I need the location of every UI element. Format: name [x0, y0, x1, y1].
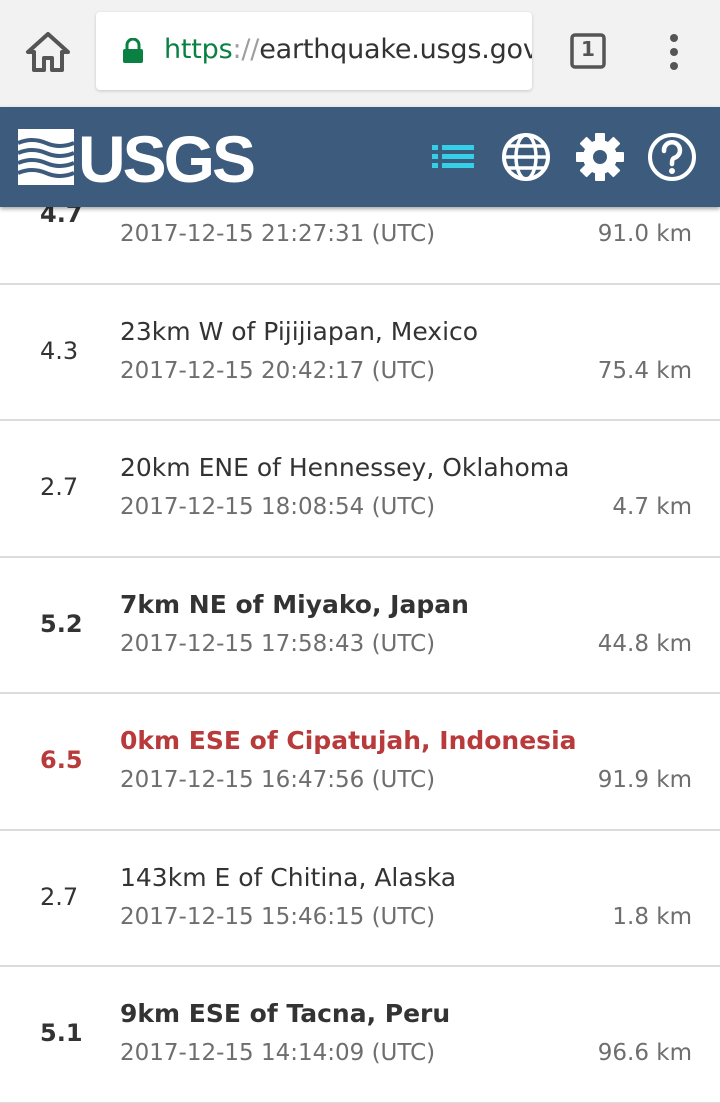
earthquake-row[interactable]: 6.5 0km ESE of Cipatujah, Indonesia 2017… — [0, 694, 720, 831]
url-host: earthquake.usgs.gov/ — [259, 34, 532, 65]
earthquake-row[interactable]: 5.2 7km NE of Miyako, Japan 2017-12-15 1… — [0, 557, 720, 694]
usgs-logo[interactable]: USGS — [18, 122, 256, 196]
timestamp: 2017-12-15 14:14:09 (UTC) — [120, 1040, 436, 1066]
help-icon[interactable] — [646, 131, 698, 183]
timestamp: 2017-12-15 15:46:15 (UTC) — [120, 903, 436, 930]
timestamp: 2017-12-15 16:47:56 (UTC) — [120, 767, 436, 793]
magnitude: 2.7 — [40, 882, 79, 911]
location: 0km ESE of Cipatujah, Indonesia — [120, 726, 577, 755]
lock-icon — [122, 37, 144, 64]
timestamp: 2017-12-15 18:08:54 (UTC) — [120, 494, 436, 520]
earthquake-list: 4.7 2017-12-15 21:27:31 (UTC) 91.0 km 4.… — [0, 148, 720, 1103]
depth: 91.0 km — [597, 221, 692, 247]
url-scheme: https — [164, 34, 233, 65]
depth: 91.9 km — [597, 767, 692, 793]
magnitude: 6.5 — [40, 746, 83, 774]
location: 9km ESE of Tacna, Peru — [120, 999, 451, 1028]
location: 23km W of Pijijiapan, Mexico — [120, 316, 479, 346]
magnitude: 5.2 — [40, 609, 83, 638]
tab-switcher-button[interactable]: 1 — [570, 33, 606, 69]
location: 20km ENE of Hennessey, Oklahoma — [120, 453, 570, 482]
address-bar[interactable]: https://earthquake.usgs.gov/ — [96, 12, 532, 90]
earthquake-row[interactable]: 4.3 23km W of Pijijiapan, Mexico 2017-12… — [0, 284, 720, 421]
magnitude: 4.3 — [40, 336, 79, 365]
home-icon[interactable] — [22, 28, 74, 76]
earthquake-row[interactable]: 2.7 20km ENE of Hennessey, Oklahoma 2017… — [0, 421, 720, 558]
timestamp: 2017-12-15 21:27:31 (UTC) — [120, 221, 436, 247]
earthquake-row[interactable]: 2.7 143km E of Chitina, Alaska 2017-12-1… — [0, 830, 720, 967]
depth: 4.7 km — [612, 494, 692, 520]
location: 143km E of Chitina, Alaska — [120, 862, 457, 892]
depth: 96.6 km — [597, 1040, 692, 1066]
timestamp: 2017-12-15 17:58:43 (UTC) — [120, 630, 436, 657]
overflow-menu-icon[interactable] — [658, 30, 690, 74]
app-header: USGS — [0, 107, 720, 207]
earthquake-row[interactable]: 5.1 9km ESE of Tacna, Peru 2017-12-15 14… — [0, 967, 720, 1103]
logo-text: USGS — [78, 122, 256, 196]
list-icon[interactable] — [430, 133, 478, 181]
magnitude: 2.7 — [40, 473, 79, 501]
url-separator: :// — [232, 34, 260, 65]
tab-count: 1 — [581, 37, 595, 61]
gear-icon[interactable] — [574, 131, 626, 183]
depth: 44.8 km — [597, 630, 692, 657]
depth: 1.8 km — [612, 903, 692, 930]
location: 7km NE of Miyako, Japan — [120, 589, 469, 619]
globe-icon[interactable] — [500, 131, 552, 183]
timestamp: 2017-12-15 20:42:17 (UTC) — [120, 357, 436, 384]
usgs-waves-icon — [18, 129, 74, 185]
url-text: https://earthquake.usgs.gov/ — [164, 32, 532, 68]
magnitude: 5.1 — [40, 1019, 83, 1047]
depth: 75.4 km — [597, 357, 692, 384]
browser-toolbar: https://earthquake.usgs.gov/ 1 — [0, 0, 720, 107]
